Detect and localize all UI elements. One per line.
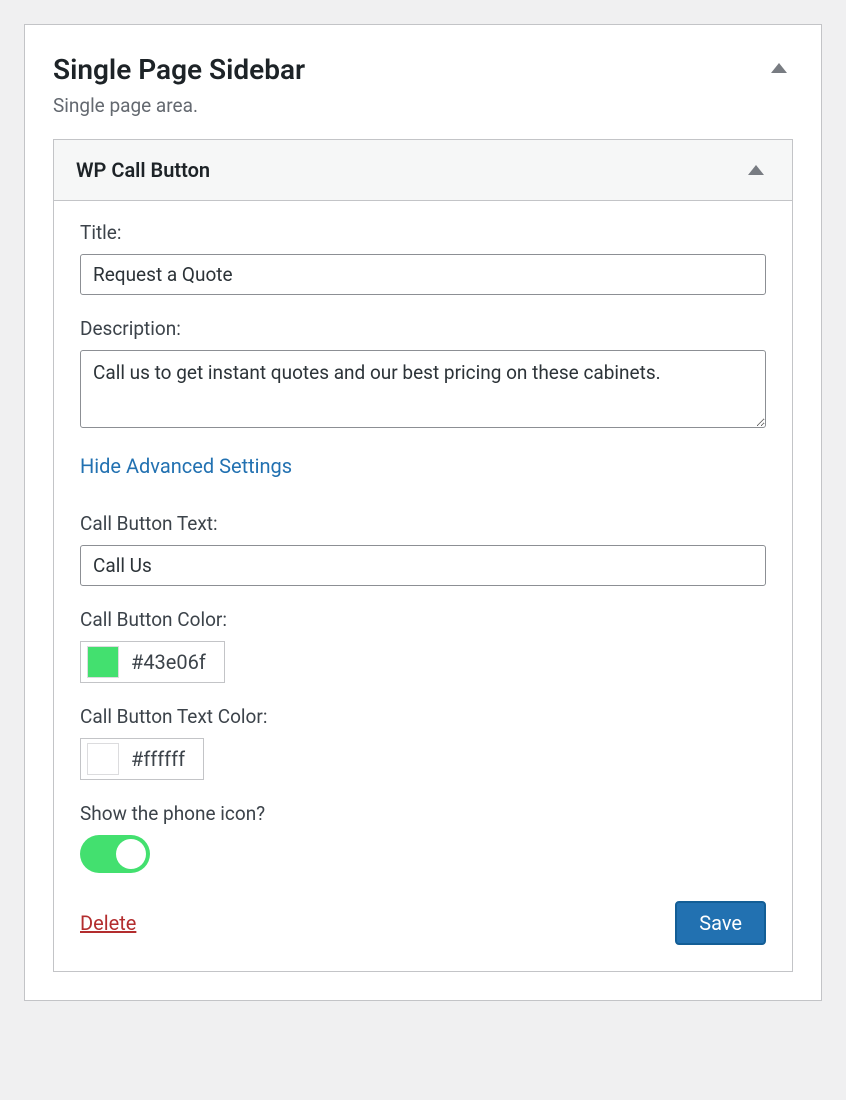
title-label: Title: [80, 221, 766, 244]
phone-icon-toggle[interactable] [80, 835, 150, 873]
sidebar-panel: Single Page Sidebar Single page area. WP… [24, 24, 822, 1001]
advanced-settings-toggle[interactable]: Hide Advanced Settings [80, 454, 292, 478]
widget-footer-row: Delete Save [80, 901, 766, 945]
button-text-input[interactable] [80, 545, 766, 586]
sidebar-description: Single page area. [53, 94, 793, 117]
color-swatch-icon [87, 646, 119, 678]
sidebar-title: Single Page Sidebar [53, 53, 305, 86]
save-button[interactable]: Save [675, 901, 766, 945]
widget-title: WP Call Button [76, 158, 210, 182]
widget-header[interactable]: WP Call Button [54, 140, 792, 201]
button-color-picker[interactable]: #43e06f [80, 641, 225, 683]
widget-card: WP Call Button Title: Description: Call … [53, 139, 793, 972]
toggle-knob-icon [116, 839, 146, 869]
widget-body: Title: Description: Call us to get insta… [54, 201, 792, 971]
button-text-label: Call Button Text: [80, 512, 766, 535]
button-color-label: Call Button Color: [80, 608, 766, 631]
sidebar-header-row[interactable]: Single Page Sidebar [53, 45, 793, 90]
collapse-up-icon[interactable] [748, 165, 764, 175]
phone-icon-label: Show the phone icon? [80, 802, 766, 825]
button-text-color-picker[interactable]: #ffffff [80, 738, 204, 780]
delete-link[interactable]: Delete [80, 911, 136, 935]
button-color-value: #43e06f [131, 650, 206, 674]
title-input[interactable] [80, 254, 766, 295]
description-label: Description: [80, 317, 766, 340]
collapse-up-icon[interactable] [771, 63, 787, 73]
button-text-color-value: #ffffff [131, 747, 185, 771]
description-textarea[interactable]: Call us to get instant quotes and our be… [80, 350, 766, 428]
button-text-color-label: Call Button Text Color: [80, 705, 766, 728]
color-swatch-icon [87, 743, 119, 775]
